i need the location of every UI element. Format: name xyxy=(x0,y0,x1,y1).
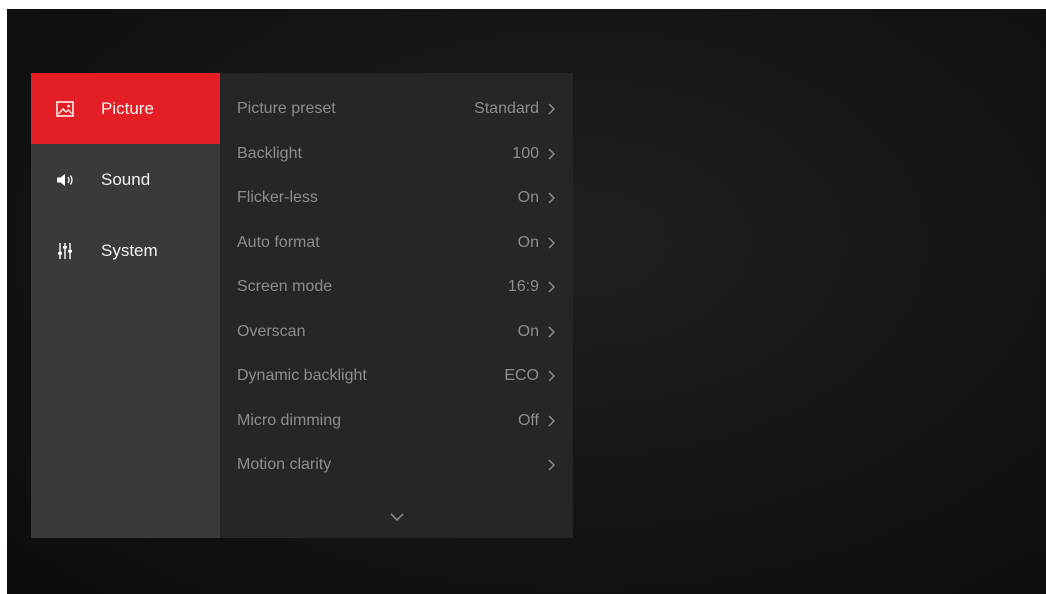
setting-label: Overscan xyxy=(237,322,306,340)
sidebar-item-picture[interactable]: Picture xyxy=(31,73,220,144)
chevron-right-icon xyxy=(548,237,555,249)
setting-flicker-less[interactable]: Flicker-less On xyxy=(220,176,573,221)
sidebar-item-label: System xyxy=(101,240,158,260)
chevron-right-icon xyxy=(548,415,555,427)
scroll-down-indicator[interactable] xyxy=(220,508,573,526)
setting-value: Off xyxy=(517,411,539,429)
chevron-right-icon xyxy=(548,192,555,204)
setting-micro-dimming[interactable]: Micro dimming Off xyxy=(220,399,573,444)
setting-label: Micro dimming xyxy=(237,411,342,429)
chevron-right-icon xyxy=(548,148,555,160)
setting-overscan[interactable]: Overscan On xyxy=(220,310,573,355)
setting-value: ECO xyxy=(504,367,539,385)
setting-auto-format[interactable]: Auto format On xyxy=(220,221,573,266)
setting-backlight[interactable]: Backlight 100 xyxy=(220,132,573,177)
setting-label: Flicker-less xyxy=(237,189,318,207)
picture-settings-list: Picture preset Standard Backlight 100 Fl… xyxy=(220,73,573,538)
sidebar-item-system[interactable]: System xyxy=(31,215,220,286)
chevron-right-icon xyxy=(548,103,555,115)
category-sidebar: Picture Sound System xyxy=(31,73,220,538)
setting-dynamic-backlight[interactable]: Dynamic backlight ECO xyxy=(220,354,573,399)
settings-menu: Picture Sound System Picture preset Stan… xyxy=(31,73,573,538)
setting-label: Auto format xyxy=(237,233,320,251)
setting-value: 16:9 xyxy=(507,278,539,296)
chevron-right-icon xyxy=(548,370,555,382)
setting-value: On xyxy=(517,233,539,251)
setting-picture-preset[interactable]: Picture preset Standard xyxy=(220,87,573,132)
setting-label: Backlight xyxy=(237,144,302,162)
picture-icon xyxy=(54,98,76,120)
sliders-icon xyxy=(54,240,76,262)
sidebar-item-sound[interactable]: Sound xyxy=(31,144,220,215)
setting-value: On xyxy=(517,189,539,207)
chevron-right-icon xyxy=(548,459,555,471)
setting-value: 100 xyxy=(512,144,539,162)
setting-label: Dynamic backlight xyxy=(237,367,367,385)
sidebar-item-label: Picture xyxy=(101,98,154,118)
speaker-icon xyxy=(54,169,76,191)
setting-value: Standard xyxy=(474,100,539,118)
sidebar-item-label: Sound xyxy=(101,169,151,189)
setting-screen-mode[interactable]: Screen mode 16:9 xyxy=(220,265,573,310)
setting-value: On xyxy=(517,322,539,340)
setting-label: Motion clarity xyxy=(237,456,332,474)
chevron-down-icon xyxy=(389,508,404,526)
chevron-right-icon xyxy=(548,281,555,293)
setting-label: Screen mode xyxy=(237,278,333,296)
tv-screen: Picture Sound System Picture preset Stan… xyxy=(7,9,1046,594)
chevron-right-icon xyxy=(548,326,555,338)
setting-label: Picture preset xyxy=(237,100,336,118)
setting-motion-clarity[interactable]: Motion clarity xyxy=(220,443,573,488)
